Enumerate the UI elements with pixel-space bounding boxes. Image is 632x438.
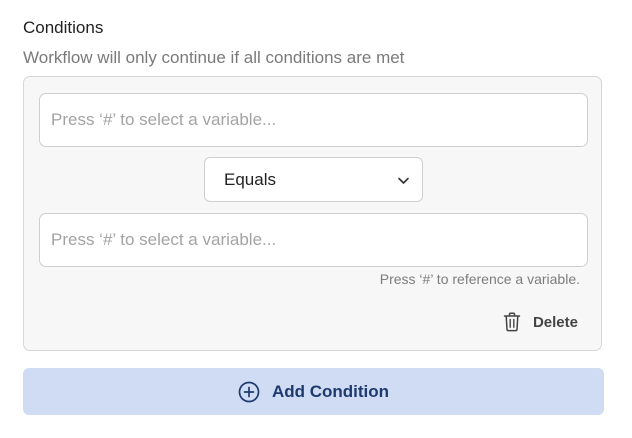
condition-card: Equals Press ‘#’ to reference a variable… — [23, 76, 602, 351]
delete-condition-button[interactable]: Delete — [503, 310, 578, 334]
operator-select[interactable]: Equals — [204, 157, 423, 202]
add-condition-label: Add Condition — [271, 381, 390, 401]
plus-circle-icon — [238, 381, 260, 402]
add-condition-button[interactable]: Add Condition — [23, 368, 604, 415]
section-title: Conditions — [23, 18, 104, 37]
operator-selected-value: Equals — [224, 170, 276, 189]
section-subtitle: Workflow will only continue if all condi… — [23, 48, 405, 67]
delete-label: Delete — [532, 313, 578, 331]
chevron-down-icon — [398, 177, 409, 184]
left-variable-input[interactable] — [39, 93, 588, 147]
trash-icon — [503, 312, 521, 332]
variable-hint: Press ‘#’ to reference a variable. — [379, 271, 580, 287]
right-variable-input[interactable] — [39, 213, 588, 267]
